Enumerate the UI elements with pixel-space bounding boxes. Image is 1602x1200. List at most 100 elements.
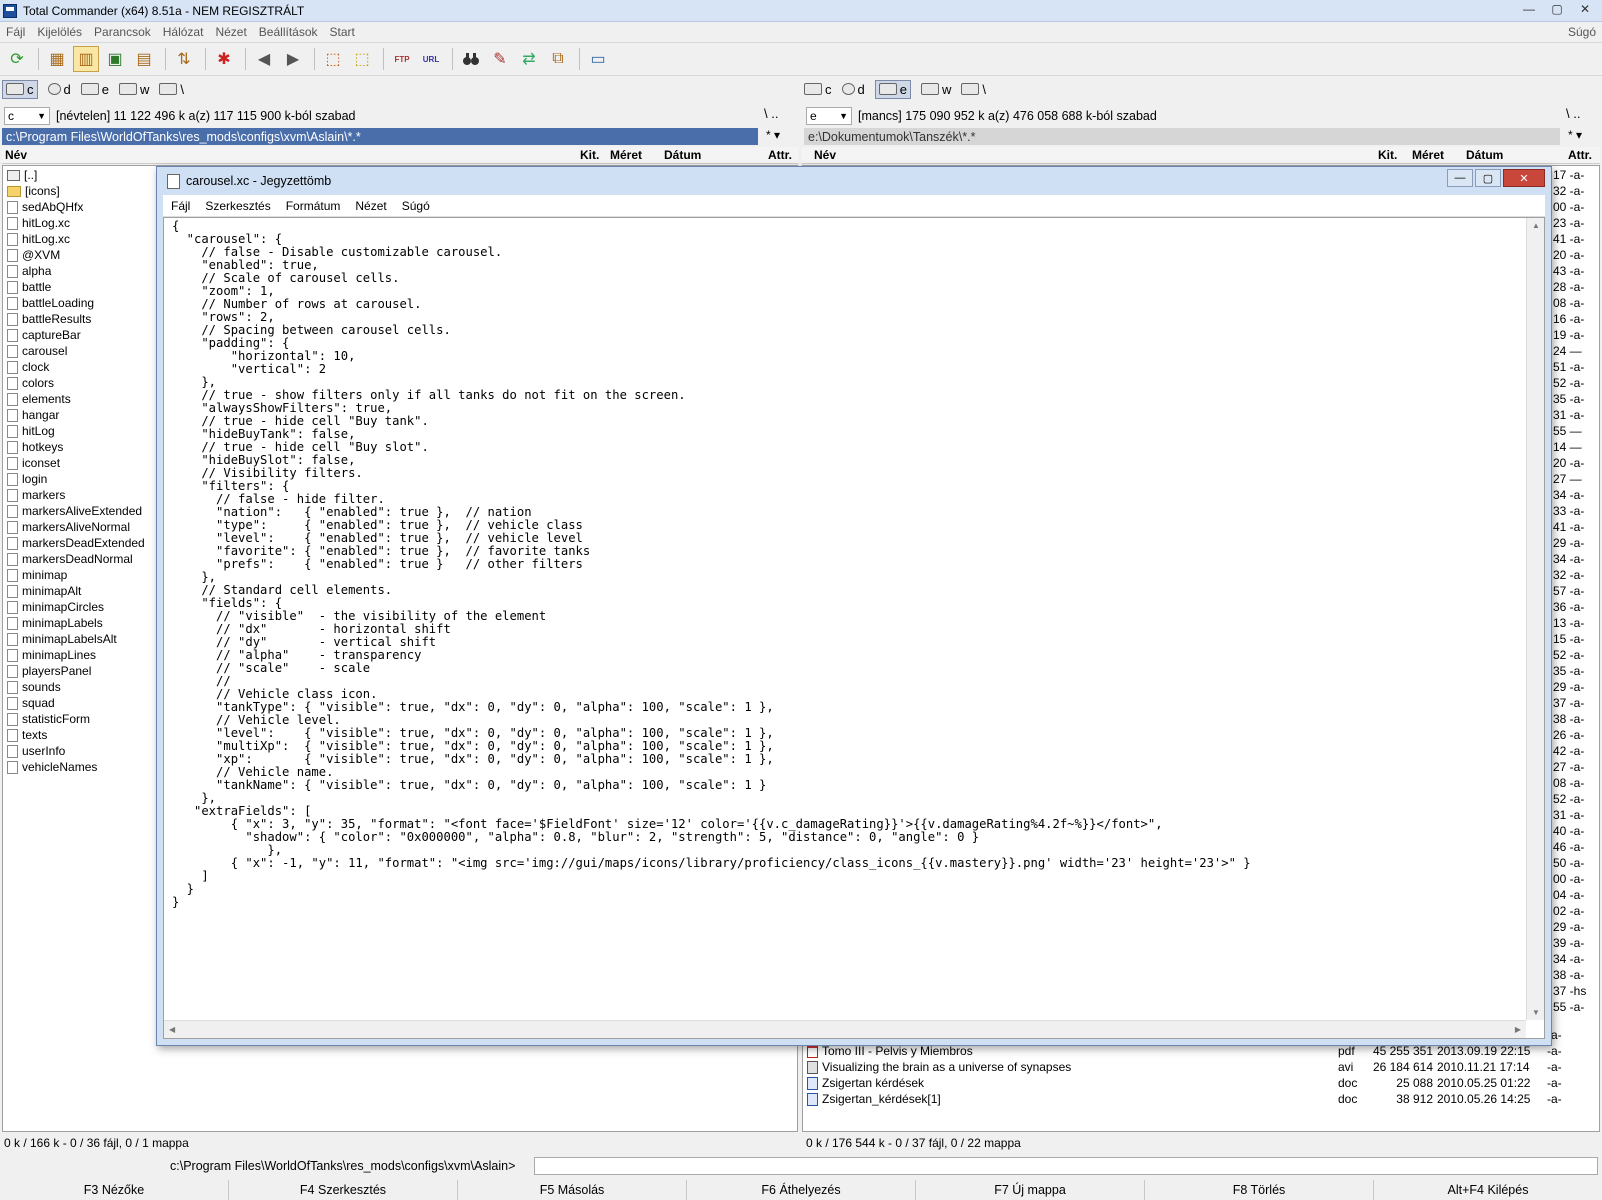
attr-cell: 42 -a-	[1553, 744, 1585, 758]
menu-commands[interactable]: Parancsok	[88, 25, 157, 39]
f6-move-button[interactable]: F6 Áthelyezés	[687, 1180, 916, 1200]
network-icon	[961, 83, 980, 95]
right-path-bar[interactable]: e:\Dokumentumok\Tanszék\*.*	[804, 128, 1560, 145]
notepad-close-button[interactable]: ✕	[1503, 169, 1545, 187]
altf4-exit-button[interactable]: Alt+F4 Kilépés	[1374, 1180, 1602, 1200]
compare-icon[interactable]: ⧉	[545, 46, 571, 72]
doc-file-icon	[807, 1076, 818, 1090]
pack-icon[interactable]: ⬚	[320, 46, 346, 72]
f4-edit-button[interactable]: F4 Szerkesztés	[229, 1180, 458, 1200]
notepad-minimize-button[interactable]: —	[1447, 169, 1473, 187]
menu-start[interactable]: Start	[324, 25, 361, 39]
file-icon	[7, 360, 18, 374]
col-ext[interactable]: Kit.	[580, 148, 599, 162]
brief-view-icon[interactable]: ▦	[44, 46, 70, 72]
network-root-button[interactable]: \	[961, 82, 986, 97]
notepad-menu-file[interactable]: Fájl	[163, 199, 197, 213]
f8-delete-button[interactable]: F8 Törlés	[1145, 1180, 1374, 1200]
notepad-menu-format[interactable]: Formátum	[278, 199, 348, 213]
drive-e-button[interactable]: e	[80, 82, 109, 97]
unpack-icon[interactable]: ⬚	[349, 46, 375, 72]
menu-file[interactable]: Fájl	[0, 25, 31, 39]
detail-view-icon[interactable]: ▥	[73, 46, 99, 72]
left-path-bar[interactable]: c:\Program Files\WorldOfTanks\res_mods\c…	[2, 128, 758, 145]
scroll-right-icon[interactable]: ▶	[1515, 1025, 1521, 1034]
vertical-scrollbar[interactable]: ▲ ▼	[1526, 218, 1544, 1020]
drive-d-button[interactable]: d	[841, 82, 865, 97]
right-root-buttons[interactable]: \ ..	[1566, 106, 1580, 121]
close-button[interactable]: ✕	[1572, 0, 1598, 18]
filter-icon[interactable]: ⇅	[171, 46, 197, 72]
notepad-menu-help[interactable]: Súgó	[394, 199, 437, 213]
notepad-menu-edit[interactable]: Szerkesztés	[197, 199, 277, 213]
attr-cell: 55 -a-	[1553, 1000, 1585, 1014]
scroll-up-icon[interactable]: ▲	[1532, 221, 1540, 230]
scroll-left-icon[interactable]: ◀	[169, 1025, 175, 1034]
attr-cell: 43 -a-	[1553, 264, 1585, 278]
file-name: minimap	[22, 568, 68, 582]
right-column-header: Név Kit. Méret Dátum Attr.	[802, 147, 1600, 164]
right-drive-combo[interactable]: e ▼	[806, 107, 852, 125]
notepad-text-content[interactable]: { "carousel": { // false - Disable custo…	[164, 218, 1526, 1020]
notepad-editor[interactable]: { "carousel": { // false - Disable custo…	[163, 217, 1545, 1039]
rename-icon[interactable]: ✎	[487, 46, 513, 72]
menu-mark[interactable]: Kijelölés	[31, 25, 88, 39]
right-filter-button[interactable]: * ▾	[1568, 128, 1582, 142]
list-item[interactable]: Visualizing the brain as a universe of s…	[807, 1059, 1577, 1075]
f3-view-button[interactable]: F3 Nézőke	[0, 1180, 229, 1200]
col-size[interactable]: Méret	[610, 148, 642, 162]
file-name: vehicleNames	[22, 760, 98, 774]
drive-e-button[interactable]: e	[874, 79, 911, 99]
col-attr[interactable]: Attr.	[1568, 148, 1592, 162]
drive-d-button[interactable]: d	[47, 82, 71, 97]
attr-cell: 55 —	[1553, 424, 1582, 438]
thumbnail-view-icon[interactable]: ▣	[102, 46, 128, 72]
file-name: hitLog	[22, 424, 55, 438]
f7-newfolder-button[interactable]: F7 Új mappa	[916, 1180, 1145, 1200]
network-root-button[interactable]: \	[159, 82, 184, 97]
file-name: hotkeys	[22, 440, 64, 454]
col-ext[interactable]: Kit.	[1378, 148, 1397, 162]
f5-copy-button[interactable]: F5 Másolás	[458, 1180, 687, 1200]
col-date[interactable]: Dátum	[1466, 148, 1503, 162]
left-drive-combo[interactable]: c ▼	[4, 107, 50, 125]
drive-w-button[interactable]: w	[118, 82, 149, 97]
command-input[interactable]	[534, 1157, 1598, 1175]
scroll-down-icon[interactable]: ▼	[1532, 1008, 1540, 1017]
search-icon[interactable]	[458, 46, 484, 72]
col-size[interactable]: Méret	[1412, 148, 1444, 162]
notepad-icon[interactable]: ▭	[585, 46, 611, 72]
menu-net[interactable]: Hálózat	[157, 25, 210, 39]
horizontal-scrollbar[interactable]: ◀ ▶	[164, 1020, 1526, 1038]
drive-w-button[interactable]: w	[920, 82, 951, 97]
list-item[interactable]: Zsigertan kérdések doc 25 088 2010.05.25 01…	[807, 1075, 1577, 1091]
menu-bar: Fájl Kijelölés Parancsok Hálózat Nézet B…	[0, 22, 1602, 42]
menu-view[interactable]: Nézet	[209, 25, 252, 39]
left-root-buttons[interactable]: \ ..	[764, 106, 778, 121]
menu-help[interactable]: Súgó	[1568, 25, 1596, 39]
ftp-icon[interactable]: FTP	[389, 46, 415, 72]
notepad-maximize-button[interactable]: ▢	[1475, 169, 1501, 187]
drive-c-button[interactable]: c	[804, 82, 832, 97]
drive-c-button[interactable]: c	[2, 79, 38, 99]
select-icon[interactable]: ✱	[211, 46, 237, 72]
back-icon[interactable]: ◀	[251, 46, 277, 72]
forward-icon[interactable]: ▶	[280, 46, 306, 72]
col-name[interactable]: Név	[814, 148, 836, 162]
url-icon[interactable]: URL	[418, 46, 444, 72]
notepad-title-bar[interactable]: carousel.xc - Jegyzettömb — ▢ ✕	[157, 167, 1551, 195]
minimize-button[interactable]: —	[1516, 0, 1542, 18]
maximize-button[interactable]: ▢	[1544, 0, 1570, 18]
list-item[interactable]: Zsigertan_kérdések[1] doc 38 912 2010.05.26…	[807, 1091, 1577, 1107]
notepad-window[interactable]: carousel.xc - Jegyzettömb — ▢ ✕ Fájl Sze…	[156, 166, 1552, 1046]
drive-label: \	[982, 81, 986, 97]
sync-icon[interactable]: ⇄	[516, 46, 542, 72]
notepad-menu-view[interactable]: Nézet	[347, 199, 393, 213]
tree-view-icon[interactable]: ▤	[131, 46, 157, 72]
left-filter-button[interactable]: * ▾	[766, 128, 780, 142]
menu-configuration[interactable]: Beállítások	[253, 25, 324, 39]
col-name[interactable]: Név	[5, 148, 27, 162]
col-attr[interactable]: Attr.	[768, 148, 792, 162]
col-date[interactable]: Dátum	[664, 148, 701, 162]
refresh-icon[interactable]: ⟳	[4, 46, 30, 72]
